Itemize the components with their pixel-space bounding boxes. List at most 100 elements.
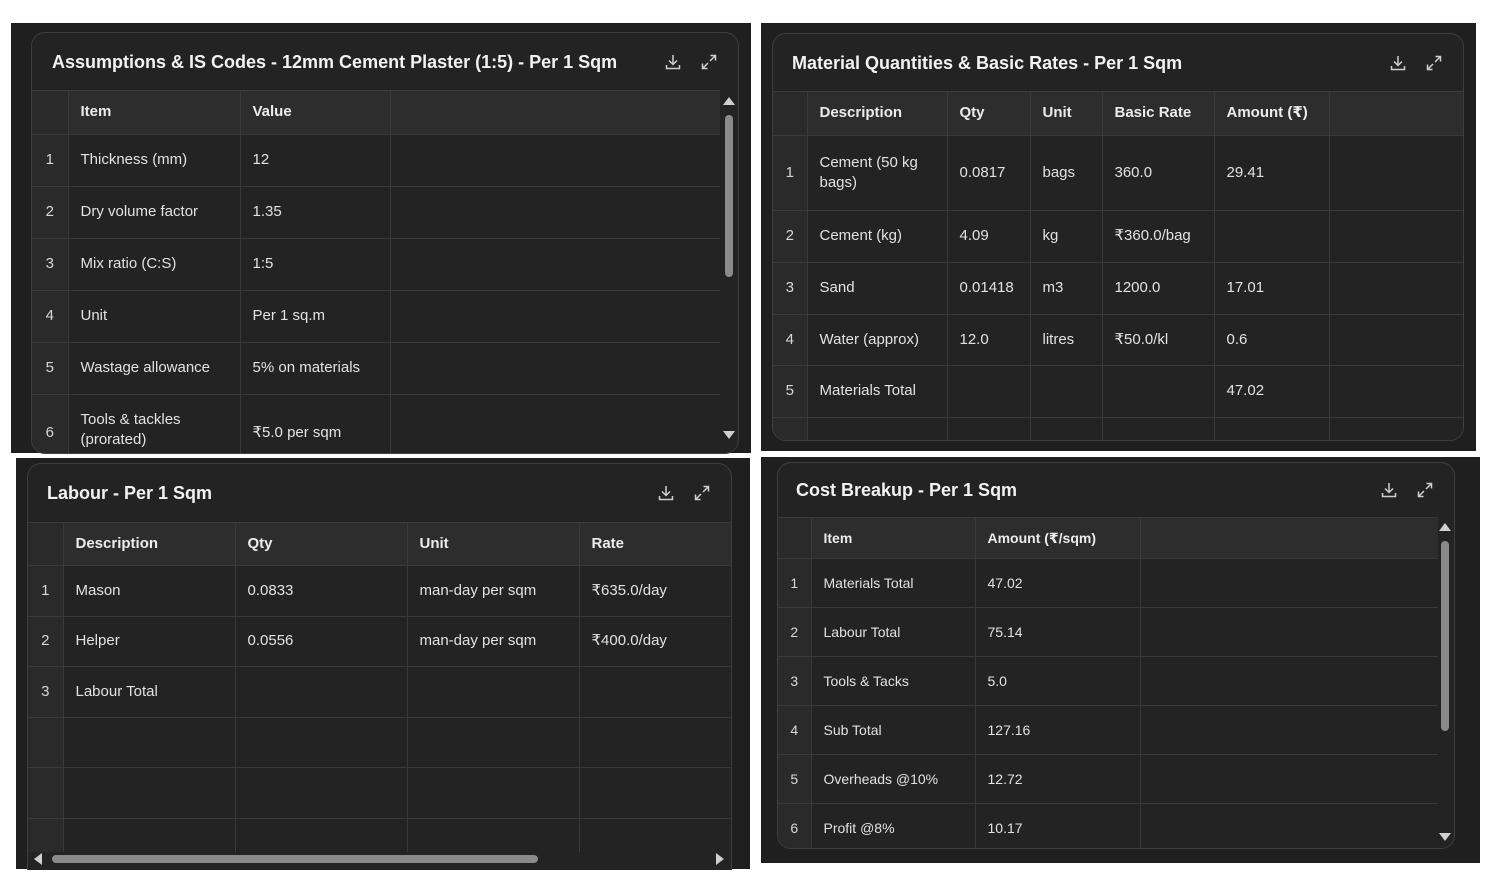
column-header[interactable]: Basic Rate <box>1102 92 1215 136</box>
rate-cell: 360.0 <box>1102 135 1215 211</box>
unit-cell <box>1030 365 1103 418</box>
index-header <box>32 91 69 135</box>
scroll-right-arrow[interactable] <box>716 853 724 865</box>
vertical-scrollbar[interactable] <box>722 91 736 453</box>
filler-cell <box>1329 365 1463 418</box>
expand-icon[interactable] <box>1425 54 1443 72</box>
column-header[interactable]: Amount (₹) <box>1214 92 1330 136</box>
row-index: 5 <box>32 342 69 395</box>
empty-cell <box>1329 417 1463 440</box>
card-header: Material Quantities & Basic Rates - Per … <box>773 34 1463 92</box>
scroll-up-arrow[interactable] <box>723 97 735 105</box>
download-icon[interactable] <box>657 484 675 502</box>
column-header[interactable]: Item <box>68 91 241 135</box>
scroll-down-arrow[interactable] <box>723 431 735 439</box>
column-header-filler <box>1329 92 1463 136</box>
item-cell: Labour Total <box>811 607 976 657</box>
table-row[interactable]: 2 Labour Total 75.14 <box>778 607 1438 657</box>
expand-icon[interactable] <box>1416 481 1434 499</box>
table-row[interactable]: 3 Mix ratio (C:S) 1:5 <box>32 238 720 291</box>
item-cell: Overheads @10% <box>811 754 976 804</box>
scroll-down-arrow[interactable] <box>1439 833 1451 841</box>
scroll-up-arrow[interactable] <box>1439 523 1451 531</box>
table-row[interactable]: 2 Dry volume factor 1.35 <box>32 186 720 239</box>
row-index: 1 <box>773 135 808 211</box>
filler-cell <box>1329 210 1463 263</box>
unit-cell: litres <box>1030 314 1103 366</box>
panel-assumptions: Assumptions & IS Codes - 12mm Cement Pla… <box>11 23 751 454</box>
column-header[interactable]: Rate <box>579 523 731 566</box>
empty-cell <box>947 417 1031 440</box>
row-index: 2 <box>28 616 64 667</box>
amount-cell: 10.17 <box>975 803 1141 848</box>
unit-cell: bags <box>1030 135 1103 211</box>
table-row[interactable]: 6 Tools & tackles (prorated) ₹5.0 per sq… <box>32 394 720 453</box>
download-icon[interactable] <box>664 53 682 71</box>
item-cell: Materials Total <box>811 558 976 608</box>
table-row[interactable]: 4 Sub Total 127.16 <box>778 705 1438 755</box>
column-header[interactable]: Unit <box>1030 92 1103 136</box>
table-row[interactable]: 3 Tools & Tacks 5.0 <box>778 656 1438 706</box>
table-row[interactable]: 4 Unit Per 1 sq.m <box>32 290 720 343</box>
empty-cell <box>63 717 236 768</box>
column-header[interactable]: Unit <box>407 523 580 566</box>
download-icon[interactable] <box>1380 481 1398 499</box>
row-index: 3 <box>32 238 69 291</box>
row-index: 2 <box>773 210 808 263</box>
column-header-filler <box>1140 518 1438 559</box>
table-row[interactable]: 6 Profit @8% 10.17 <box>778 803 1438 848</box>
vertical-scrollbar[interactable] <box>1438 517 1452 848</box>
column-header[interactable]: Qty <box>235 523 408 566</box>
amount-cell: 12.72 <box>975 754 1141 804</box>
empty-cell <box>1102 417 1215 440</box>
description-cell: Mason <box>63 565 236 617</box>
column-header[interactable]: Qty <box>947 92 1031 136</box>
download-icon[interactable] <box>1389 54 1407 72</box>
expand-icon[interactable] <box>693 484 711 502</box>
row-index: 6 <box>32 394 69 453</box>
rate-cell <box>579 666 731 718</box>
scroll-thumb[interactable] <box>725 115 733 277</box>
table-row[interactable]: 5 Materials Total 47.02 <box>773 365 1463 418</box>
column-header[interactable]: Value <box>240 91 391 135</box>
assumptions-card: Assumptions & IS Codes - 12mm Cement Pla… <box>31 32 739 454</box>
table-row[interactable]: 3 Labour Total <box>28 666 731 718</box>
table-row[interactable]: 4 Water (approx) 12.0 litres ₹50.0/kl 0.… <box>773 314 1463 366</box>
item-cell: Wastage allowance <box>68 342 241 395</box>
filler-cell <box>1140 705 1438 755</box>
table-row[interactable]: 5 Wastage allowance 5% on materials <box>32 342 720 395</box>
table-row[interactable]: 1 Mason 0.0833 man-day per sqm ₹635.0/da… <box>28 565 731 617</box>
horizontal-scrollbar[interactable] <box>28 852 731 866</box>
scroll-left-arrow[interactable] <box>34 853 42 865</box>
assumptions-table-viewport: Item Value 1 Thickness (mm) 12 2 Dry vol <box>32 90 720 453</box>
qty-cell: 0.0817 <box>947 135 1031 211</box>
column-header[interactable]: Description <box>63 523 236 566</box>
description-cell: Cement (kg) <box>807 210 948 263</box>
item-cell: Thickness (mm) <box>68 134 241 187</box>
empty-cell <box>807 417 948 440</box>
row-index: 5 <box>773 365 808 418</box>
description-cell: Cement (50 kg bags) <box>807 135 948 211</box>
empty-cell <box>63 767 236 819</box>
description-cell: Sand <box>807 262 948 315</box>
column-header[interactable]: Item <box>811 518 976 559</box>
column-header[interactable]: Description <box>807 92 948 136</box>
table-row[interactable]: 5 Overheads @10% 12.72 <box>778 754 1438 804</box>
table-row[interactable]: 1 Materials Total 47.02 <box>778 558 1438 608</box>
table-row[interactable]: 2 Helper 0.0556 man-day per sqm ₹400.0/d… <box>28 616 731 667</box>
row-index: 3 <box>773 262 808 315</box>
empty-cell <box>579 767 731 819</box>
scroll-thumb[interactable] <box>52 855 538 863</box>
scroll-thumb[interactable] <box>1441 541 1449 731</box>
unit-cell <box>407 666 580 718</box>
table-row[interactable]: 3 Sand 0.01418 m3 1200.0 17.01 <box>773 262 1463 315</box>
table-row[interactable]: 1 Thickness (mm) 12 <box>32 134 720 187</box>
row-index: 3 <box>778 656 812 706</box>
amount-cell: 47.02 <box>1214 365 1330 418</box>
column-header[interactable]: Amount (₹/sqm) <box>975 518 1141 559</box>
rate-cell: ₹360.0/bag <box>1102 210 1215 263</box>
table-row[interactable]: 2 Cement (kg) 4.09 kg ₹360.0/bag <box>773 210 1463 263</box>
table-row[interactable]: 1 Cement (50 kg bags) 0.0817 bags 360.0 … <box>773 135 1463 211</box>
materials-card: Material Quantities & Basic Rates - Per … <box>772 33 1464 441</box>
expand-icon[interactable] <box>700 53 718 71</box>
